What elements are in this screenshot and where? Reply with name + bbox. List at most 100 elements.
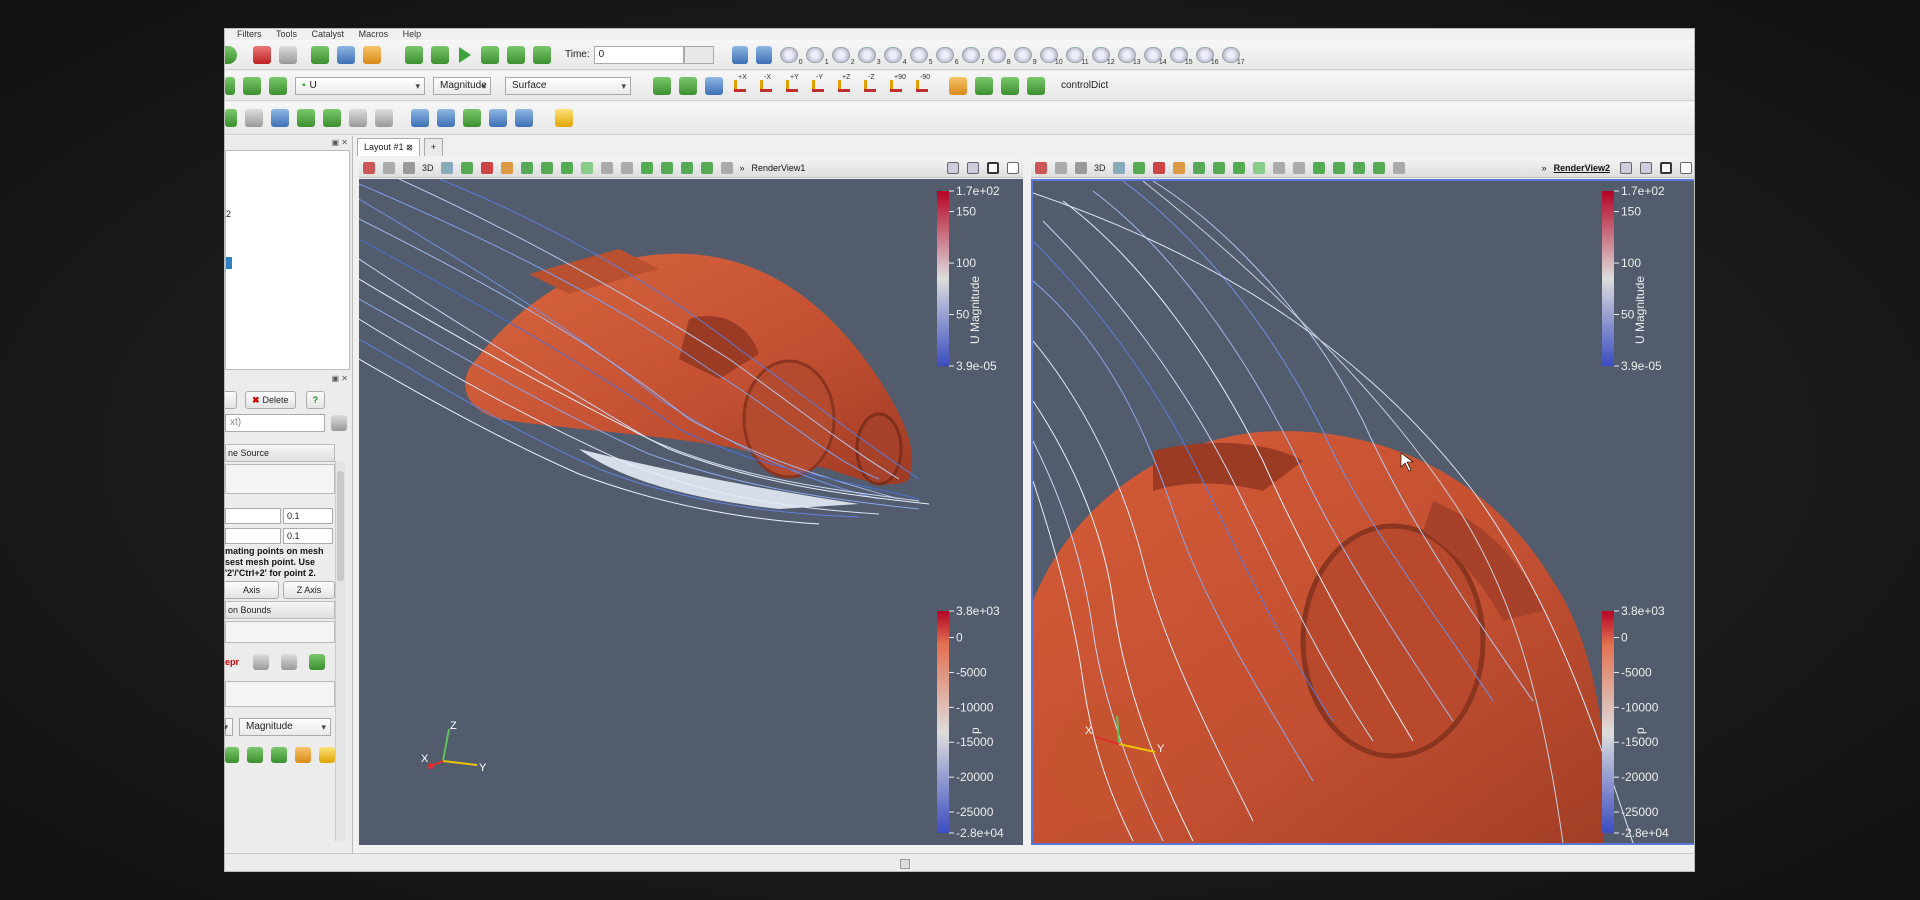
camera-slot-icon[interactable]: 15 [1169,46,1193,66]
select-icon[interactable] [700,161,713,174]
select-icon[interactable] [1212,161,1225,174]
select-icon[interactable] [1292,161,1305,174]
camera-slot-icon[interactable]: 12 [1091,46,1115,66]
properties-scrollbar[interactable] [335,461,345,841]
select-icon[interactable] [1192,161,1205,174]
select-icon[interactable] [1252,161,1265,174]
zoom-to-data-icon[interactable] [731,45,748,64]
refresh-icon[interactable] [975,76,993,95]
select-points-icon[interactable] [363,161,375,174]
group-icon[interactable] [463,109,481,127]
select-icon[interactable] [1172,161,1185,174]
reset-camera-icon[interactable] [653,76,671,95]
menu-tools[interactable]: Tools [276,30,297,39]
select-icon[interactable] [1132,161,1145,174]
view-menu-icon[interactable]: » [1542,163,1547,173]
extract-subset-icon[interactable] [349,109,367,127]
warp-icon[interactable] [437,109,455,127]
paste-icon[interactable] [281,654,298,670]
zoom-box-icon[interactable] [705,76,723,95]
apply-button[interactable] [225,391,237,409]
variable-select[interactable]: ▪ U [295,76,425,95]
rescale-visible-icon[interactable] [295,747,311,763]
camera-slot-icon[interactable]: 10 [1039,46,1063,66]
toggle-color-legend-icon[interactable] [225,76,235,95]
gear-icon[interactable] [331,415,347,431]
rescale-range-icon[interactable] [243,76,261,95]
search-field[interactable]: xt) [225,414,325,432]
rotate-ccw-icon[interactable]: -90 [912,74,932,96]
play-icon[interactable] [459,46,471,63]
reset-session-icon[interactable] [311,45,329,64]
select-icon[interactable] [620,161,633,174]
redo-icon[interactable] [279,45,297,64]
view-plus-x-icon[interactable]: +X [730,74,750,96]
color-palette-icon[interactable] [363,45,381,64]
camera-slot-icon[interactable]: 3 [857,46,881,66]
select-icon[interactable] [1152,161,1165,174]
contour-icon[interactable] [245,109,263,127]
last-frame-icon[interactable] [507,45,525,64]
snowflake-icon[interactable] [515,109,533,127]
select-icon[interactable] [1312,161,1325,174]
copy-icon[interactable] [253,654,270,670]
select-icon[interactable] [1232,161,1245,174]
slice-icon[interactable] [297,109,315,127]
zoom-to-box-icon[interactable] [755,45,772,64]
select-cells-icon[interactable] [1055,161,1067,174]
mode-3d-button[interactable]: 3D [1094,163,1106,173]
colorbar-icon[interactable] [319,747,335,763]
select-icon[interactable] [1332,161,1345,174]
reload-properties-icon[interactable] [309,654,326,670]
camera-slot-icon[interactable]: 6 [935,46,959,66]
update-icon[interactable] [1027,76,1045,95]
component-select[interactable]: Magnitude [433,76,491,95]
menu-filters[interactable]: Filters [237,30,262,39]
split-horizontal-icon[interactable] [1620,161,1632,174]
splitter-handle[interactable] [900,859,910,869]
undo-icon[interactable] [253,45,271,64]
zoom-icon[interactable] [440,161,453,174]
camera-slot-icon[interactable]: 5 [909,46,933,66]
select-icon[interactable] [1352,161,1365,174]
select-icon[interactable] [600,161,613,174]
extract-level-icon[interactable] [489,109,507,127]
pipeline-browser[interactable]: 2 [225,150,350,370]
split-horizontal-icon[interactable] [947,161,959,174]
camera-slot-icon[interactable]: 1 [805,46,829,66]
clip-icon[interactable] [271,109,289,127]
edit-colormap-icon[interactable] [225,747,239,763]
camera-slot-icon[interactable]: 14 [1143,46,1167,66]
select-icon[interactable] [500,161,513,174]
menu-help[interactable]: Help [403,30,422,39]
interaction-mode-icon[interactable] [949,76,967,95]
first-frame-icon[interactable] [405,45,423,64]
threshold-icon[interactable] [323,109,341,127]
ruler-icon[interactable] [555,109,573,127]
select-icon[interactable] [680,161,693,174]
coloring-component-select[interactable]: Magnitude [239,718,331,736]
next-frame-icon[interactable] [481,45,499,64]
help-button[interactable]: ? [305,391,326,409]
add-layout-tab[interactable]: + [423,138,444,156]
select-points-icon[interactable] [1035,161,1047,174]
pipeline-item[interactable]: 2 [226,209,231,219]
rescale-custom-icon[interactable] [269,76,287,95]
previous-frame-icon[interactable] [431,45,449,64]
time-field[interactable]: 0 [593,45,684,64]
delete-button[interactable]: ✖ Delete [245,391,296,409]
render-view-1[interactable]: U Magnitude 1.7e+02 150 100 50 3.9e-05 p 3.8… [359,179,1023,845]
camera-slot-icon[interactable]: 4 [883,46,907,66]
z-axis-button[interactable]: Z Axis [283,581,335,599]
representation-select[interactable]: Surface [505,76,631,95]
close-tab-icon[interactable]: ⊠ [406,143,413,152]
center-on-bounds-button[interactable]: on Bounds [225,601,335,619]
view-minus-y-icon[interactable]: -Y [808,74,828,96]
view-plus-z-icon[interactable]: +Z [834,74,854,96]
select-icon[interactable] [1372,161,1385,174]
value-field-1[interactable]: 0.1 [283,508,333,524]
calculator-icon[interactable] [225,109,237,127]
select-icon[interactable] [480,161,493,174]
time-spinner[interactable] [683,45,714,64]
zoom-icon[interactable] [1112,161,1125,174]
